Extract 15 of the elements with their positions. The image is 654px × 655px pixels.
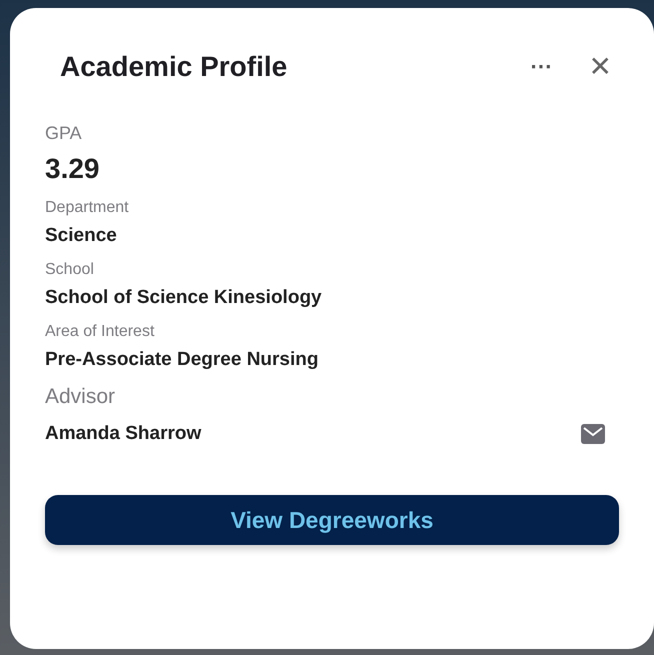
view-degreeworks-button[interactable]: View Degreeworks bbox=[45, 495, 619, 545]
field-label: Department bbox=[45, 199, 130, 217]
close-button[interactable]: ✕ bbox=[588, 50, 612, 83]
field-label: Advisor bbox=[45, 385, 116, 409]
field-value: School of Science Kinesiology bbox=[45, 287, 323, 309]
advisor-name: Amanda Sharrow bbox=[45, 423, 202, 445]
more-button[interactable]: ··· bbox=[526, 54, 557, 80]
field-label: GPA bbox=[45, 123, 83, 144]
field-value: 3.29 bbox=[45, 153, 100, 185]
field-label: School bbox=[45, 261, 95, 279]
field-label: Area of Interest bbox=[45, 323, 156, 341]
field-value: Science bbox=[45, 225, 118, 247]
card-title: Academic Profile bbox=[60, 50, 288, 82]
field-value: Pre-Associate Degree Nursing bbox=[45, 349, 320, 371]
mail-icon[interactable] bbox=[581, 424, 605, 444]
